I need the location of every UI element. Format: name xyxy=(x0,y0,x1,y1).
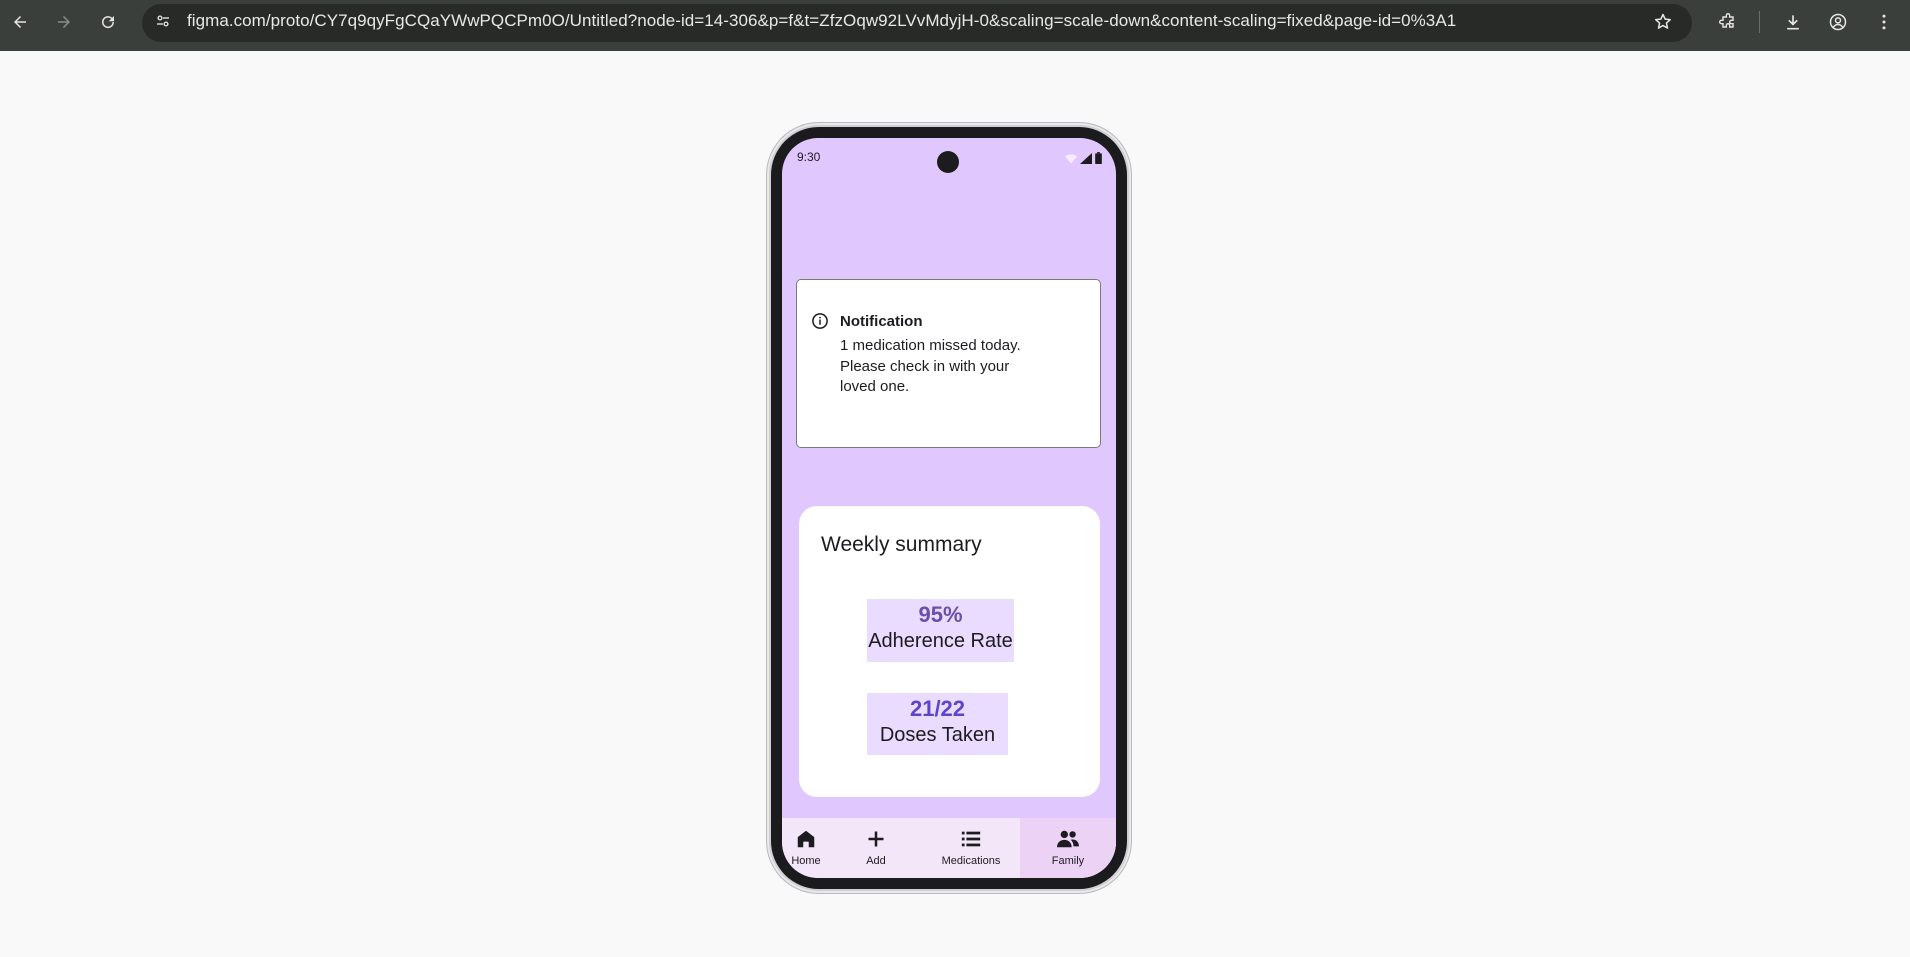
battery-icon xyxy=(1095,151,1102,169)
more-menu-icon[interactable] xyxy=(1872,10,1896,34)
nav-label-add: Add xyxy=(866,855,886,867)
doses-taken-stat: 21/22 Doses Taken xyxy=(867,693,1008,755)
nav-label-family: Family xyxy=(1051,855,1085,867)
url-text[interactable]: figma.com/proto/CY7q9qyFgCQaYWwPQCPm0O/U… xyxy=(187,11,1456,31)
signal-icon xyxy=(1080,151,1092,169)
plus-icon xyxy=(864,827,888,851)
adherence-rate-label: Adherence Rate xyxy=(868,630,1013,652)
reload-icon[interactable] xyxy=(96,10,120,34)
status-time: 9:30 xyxy=(797,150,821,164)
download-icon[interactable] xyxy=(1781,10,1805,34)
nav-item-medications[interactable]: Medications xyxy=(922,818,1020,878)
bottom-navigation: Home Add Medications Family xyxy=(782,818,1116,878)
adherence-rate-stat: 95% Adherence Rate xyxy=(867,599,1014,662)
nav-label-medications: Medications xyxy=(941,855,1001,867)
notification-line: Please check in with your xyxy=(840,357,1010,375)
doses-taken-label: Doses Taken xyxy=(879,724,996,746)
doses-taken-value: 21/22 xyxy=(909,696,966,721)
info-icon xyxy=(811,312,829,330)
nav-label-home: Home xyxy=(791,855,821,867)
home-icon xyxy=(794,827,818,851)
list-icon xyxy=(959,827,983,851)
site-info-icon[interactable] xyxy=(152,10,174,32)
back-icon[interactable] xyxy=(8,10,32,34)
notification-line: loved one. xyxy=(840,378,910,395)
front-camera xyxy=(937,151,959,173)
notification-title: Notification xyxy=(840,313,923,330)
adherence-rate-value: 95% xyxy=(918,602,963,627)
wifi-icon xyxy=(1065,151,1077,169)
status-icons xyxy=(1065,151,1102,169)
phone-power-button xyxy=(1127,408,1132,460)
profile-icon[interactable] xyxy=(1826,10,1850,34)
forward-icon[interactable] xyxy=(52,10,76,34)
notification-message: 1 medication missed today. Please check … xyxy=(840,336,1040,398)
browser-toolbar: figma.com/proto/CY7q9qyFgCQaYWwPQCPm0O/U… xyxy=(0,0,1910,51)
notification-line: 1 medication missed today. xyxy=(840,337,1021,354)
extensions-icon[interactable] xyxy=(1716,10,1740,34)
phone-frame: 9:30 Notification 1 medication missed to… xyxy=(771,127,1127,889)
bookmark-star-icon[interactable] xyxy=(1651,10,1675,34)
nav-item-home[interactable]: Home xyxy=(782,818,830,878)
toolbar-separator xyxy=(1759,11,1760,33)
notification-card[interactable]: Notification 1 medication missed today. … xyxy=(796,279,1101,448)
nav-item-family[interactable]: Family xyxy=(1020,818,1116,878)
weekly-summary-title: Weekly summary xyxy=(821,533,982,556)
phone-screen: 9:30 Notification 1 medication missed to… xyxy=(782,138,1116,878)
weekly-summary-card: Weekly summary 95% Adherence Rate 21/22 … xyxy=(799,506,1100,797)
phone-volume-button xyxy=(1127,260,1132,350)
family-icon xyxy=(1056,827,1080,851)
nav-item-add[interactable]: Add xyxy=(830,818,922,878)
